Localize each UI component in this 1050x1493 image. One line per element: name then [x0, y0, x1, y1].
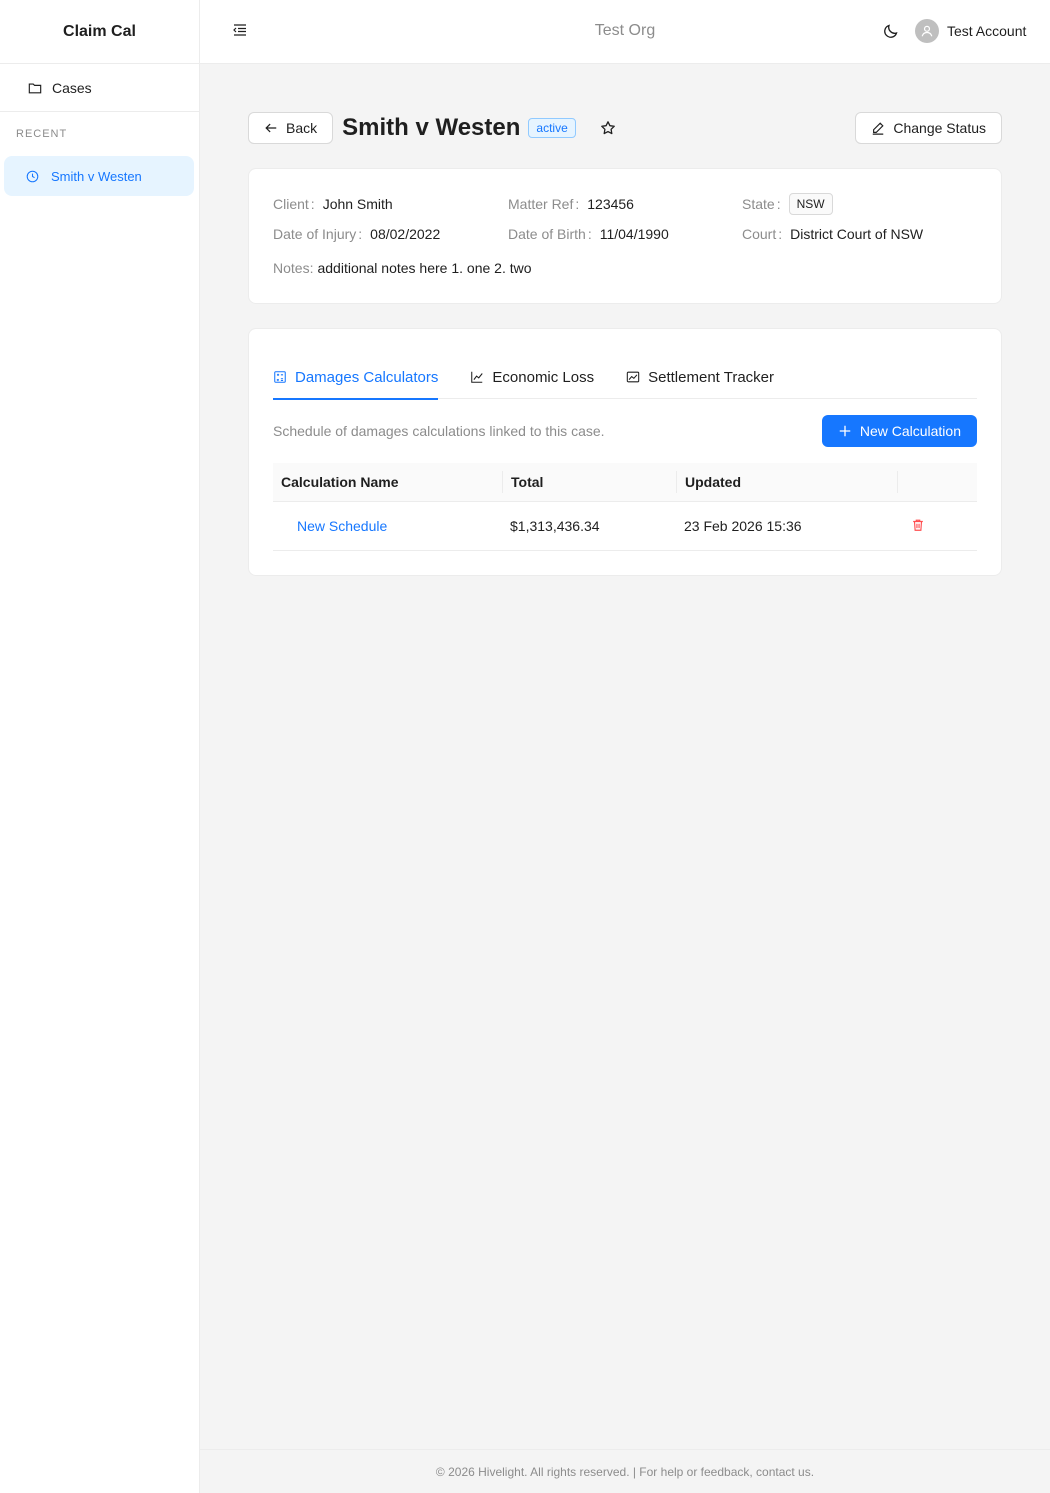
court-value: District Court of NSW: [790, 226, 924, 242]
court-label: Court: [742, 226, 777, 242]
app-name: Claim Cal: [0, 0, 199, 64]
new-calculation-label: New Calculation: [859, 423, 961, 439]
state-tag: NSW: [788, 193, 833, 215]
date-of-birth-field: Date of Birth: 11/04/1990: [508, 226, 669, 242]
recent-item-label: Smith v Westen: [51, 168, 142, 184]
table-row: New Schedule $1,313,436.34 23 Feb 2026 1…: [273, 502, 977, 551]
sidebar-item-label: Cases: [52, 79, 92, 96]
line-chart-icon: [470, 370, 484, 384]
date-of-birth-value: 11/04/1990: [599, 226, 669, 242]
status-badge: active: [528, 118, 576, 138]
calculation-total: $1,313,436.34: [510, 518, 600, 534]
sidebar: Claim Cal Cases RECENT Smith v Westen: [0, 0, 200, 1493]
court-field: Court: District Court of NSW: [742, 226, 924, 242]
matter-ref-value: 123456: [587, 196, 634, 212]
notes-value: additional notes here 1. one 2. two: [317, 260, 532, 276]
column-header-name: Calculation Name: [281, 474, 399, 490]
notes-label: Notes:: [273, 260, 314, 276]
date-of-injury-value: 08/02/2022: [370, 226, 441, 242]
calculations-card: Damages Calculators Economic Loss Settle…: [248, 328, 1002, 576]
matter-ref-label: Matter Ref: [508, 196, 574, 212]
tab-settlement-tracker[interactable]: Settlement Tracker: [626, 357, 774, 399]
table-header: Calculation Name Total Updated: [273, 463, 977, 502]
edit-icon: [871, 121, 885, 135]
date-of-birth-label: Date of Birth: [508, 226, 586, 242]
new-calculation-button[interactable]: New Calculation: [821, 415, 977, 447]
plus-icon: [838, 424, 852, 438]
main-content: Back Smith v Westen active Change Status…: [248, 112, 1002, 576]
sidebar-item-cases[interactable]: Cases: [0, 64, 199, 112]
case-tabs: Damages Calculators Economic Loss Settle…: [273, 357, 977, 400]
recent-item-smith-v-westen[interactable]: Smith v Westen: [4, 156, 194, 196]
column-header-actions: [897, 471, 977, 493]
tab-label: Damages Calculators: [295, 368, 439, 386]
arrow-left-icon: [264, 121, 278, 135]
moon-icon[interactable]: [883, 23, 899, 39]
column-header-total: Total: [502, 471, 676, 493]
date-of-injury-label: Date of Injury: [273, 226, 357, 242]
date-of-injury-field: Date of Injury: 08/02/2022: [273, 226, 441, 242]
star-icon[interactable]: [600, 120, 616, 136]
client-label: Client: [273, 196, 309, 212]
change-status-label: Change Status: [893, 120, 986, 136]
account-name: Test Account: [947, 23, 1027, 39]
state-label: State: [742, 196, 775, 212]
state-field: State: NSW: [742, 193, 833, 215]
account-menu[interactable]: Test Account: [915, 19, 1026, 43]
calculator-icon: [273, 370, 287, 384]
matter-ref-field: Matter Ref: 123456: [508, 196, 634, 212]
case-header: Back Smith v Westen active Change Status: [248, 112, 1002, 144]
calculation-name-link[interactable]: New Schedule: [297, 518, 387, 534]
notes-field: Notes: additional notes here 1. one 2. t…: [273, 260, 532, 276]
avatar: [915, 19, 939, 43]
delete-icon[interactable]: [911, 518, 925, 532]
tab-damages-calculators[interactable]: Damages Calculators: [273, 357, 439, 400]
tab-label: Economic Loss: [492, 368, 595, 386]
tab-economic-loss[interactable]: Economic Loss: [470, 357, 594, 399]
column-header-updated: Updated: [676, 471, 897, 493]
case-info-card: Client: John Smith Matter Ref: 123456 St…: [248, 168, 1002, 304]
back-button[interactable]: Back: [248, 112, 334, 144]
tab-label: Settlement Tracker: [648, 368, 775, 386]
back-label: Back: [286, 120, 318, 136]
client-value: John Smith: [322, 196, 393, 212]
calculations-table: Calculation Name Total Updated New Sched…: [273, 463, 977, 551]
footer: © 2026 Hivelight. All rights reserved. |…: [200, 1449, 1050, 1493]
topbar: Test Org Test Account: [200, 0, 1050, 64]
folder-icon: [28, 81, 42, 95]
calculation-updated: 23 Feb 2026 15:36: [684, 518, 802, 534]
recent-section-label: RECENT: [16, 128, 68, 140]
stock-chart-icon: [626, 370, 640, 384]
change-status-button[interactable]: Change Status: [855, 112, 1002, 144]
page-title: Smith v Westen: [342, 114, 521, 141]
menu-fold-icon[interactable]: [232, 22, 248, 38]
client-field: Client: John Smith: [273, 196, 393, 212]
calculations-description: Schedule of damages calculations linked …: [273, 423, 605, 439]
clock-icon: [26, 170, 39, 183]
